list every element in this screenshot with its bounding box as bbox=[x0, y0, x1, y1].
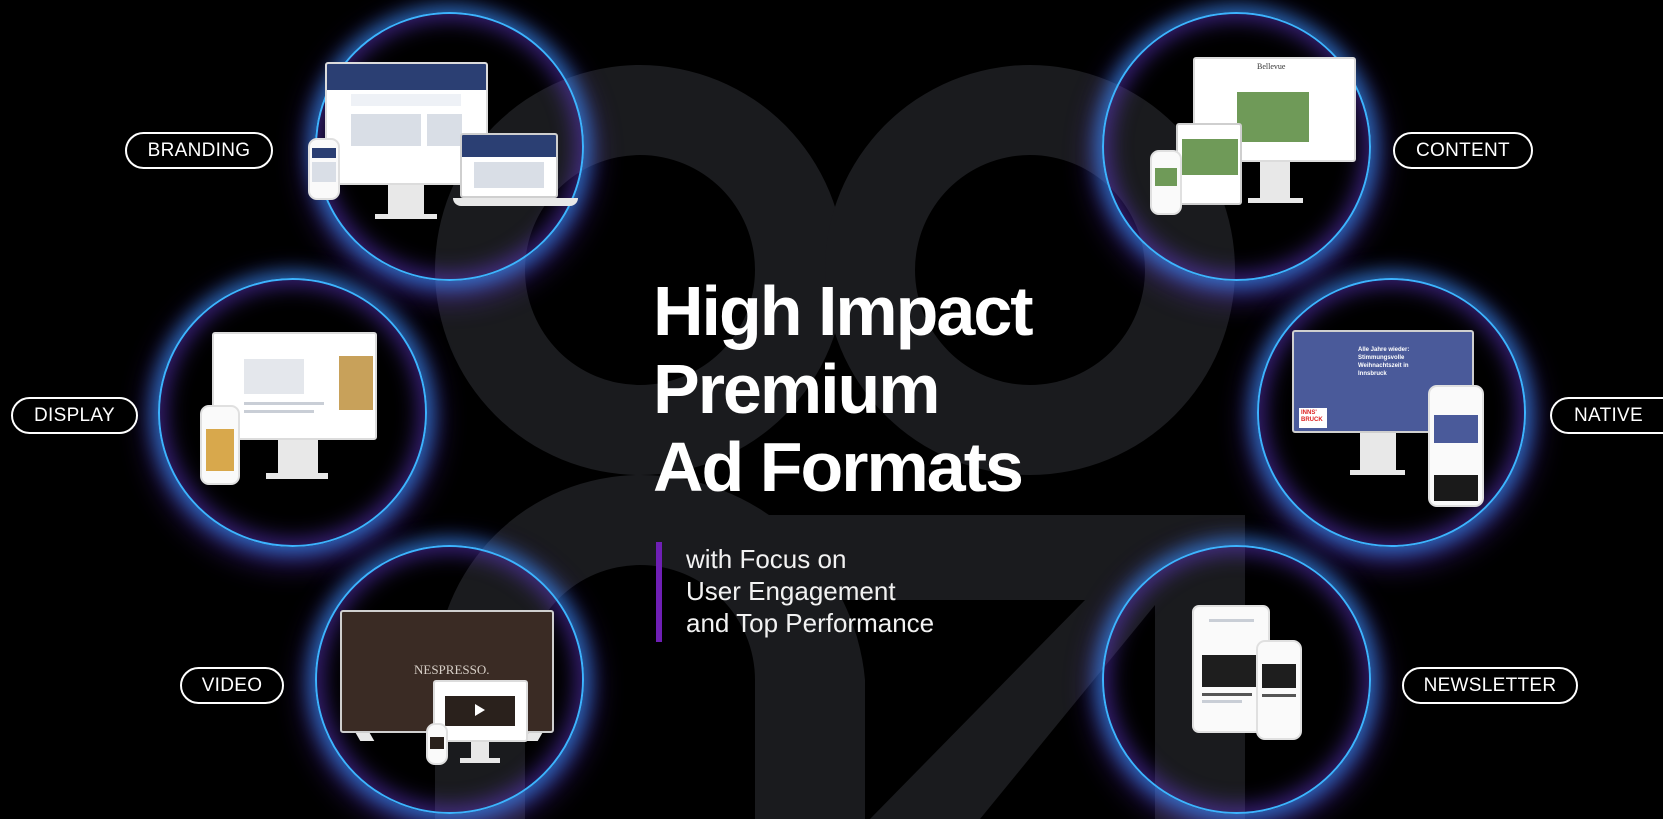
video-device-mockup: NESPRESSO. bbox=[338, 608, 558, 768]
play-icon[interactable] bbox=[475, 704, 485, 716]
newsletter-phone bbox=[1256, 640, 1302, 740]
content-device-mockup: Bellevue bbox=[1148, 55, 1363, 220]
subheadline-line-2: User Engagement bbox=[686, 576, 896, 606]
native-pill[interactable]: NATIVE bbox=[1550, 397, 1663, 434]
subheadline-line-1: with Focus on bbox=[686, 544, 847, 574]
content-pill[interactable]: CONTENT bbox=[1393, 132, 1533, 169]
subheadline: with Focus on User Engagement and Top Pe… bbox=[686, 543, 934, 639]
newsletter-pill[interactable]: NEWSLETTER bbox=[1402, 667, 1578, 704]
video-brand-text: NESPRESSO. bbox=[414, 662, 490, 677]
page-headline: High Impact Premium Ad Formats bbox=[653, 272, 1034, 506]
subheadline-accent-bar bbox=[656, 542, 662, 642]
native-badge: INNS' BRUCK bbox=[1299, 408, 1327, 428]
branding-laptop-screen bbox=[460, 133, 558, 198]
newsletter-device-mockup bbox=[1190, 605, 1310, 740]
branding-device-mockup bbox=[305, 60, 605, 220]
branding-pill[interactable]: BRANDING bbox=[125, 132, 273, 169]
headline-line-1: High Impact bbox=[653, 272, 1034, 350]
subheadline-line-3: and Top Performance bbox=[686, 608, 935, 638]
headline-line-3: Ad Formats bbox=[653, 428, 1024, 506]
content-phone bbox=[1150, 150, 1182, 215]
display-phone bbox=[200, 405, 240, 485]
native-headline-text: Alle Jahre wieder: Stimmungsvolle Weihna… bbox=[1358, 347, 1410, 377]
video-phone bbox=[426, 723, 448, 765]
native-phone bbox=[1428, 385, 1484, 507]
content-tablet-screen bbox=[1176, 123, 1242, 205]
display-device-mockup bbox=[198, 330, 378, 490]
display-pill[interactable]: DISPLAY bbox=[11, 397, 138, 434]
content-brand-text: Bellevue bbox=[1257, 62, 1286, 71]
native-device-mockup: Alle Jahre wieder: Stimmungsvolle Weihna… bbox=[1290, 328, 1495, 513]
branding-phone bbox=[308, 138, 340, 200]
video-pill[interactable]: VIDEO bbox=[180, 667, 284, 704]
headline-line-2: Premium bbox=[653, 350, 941, 428]
